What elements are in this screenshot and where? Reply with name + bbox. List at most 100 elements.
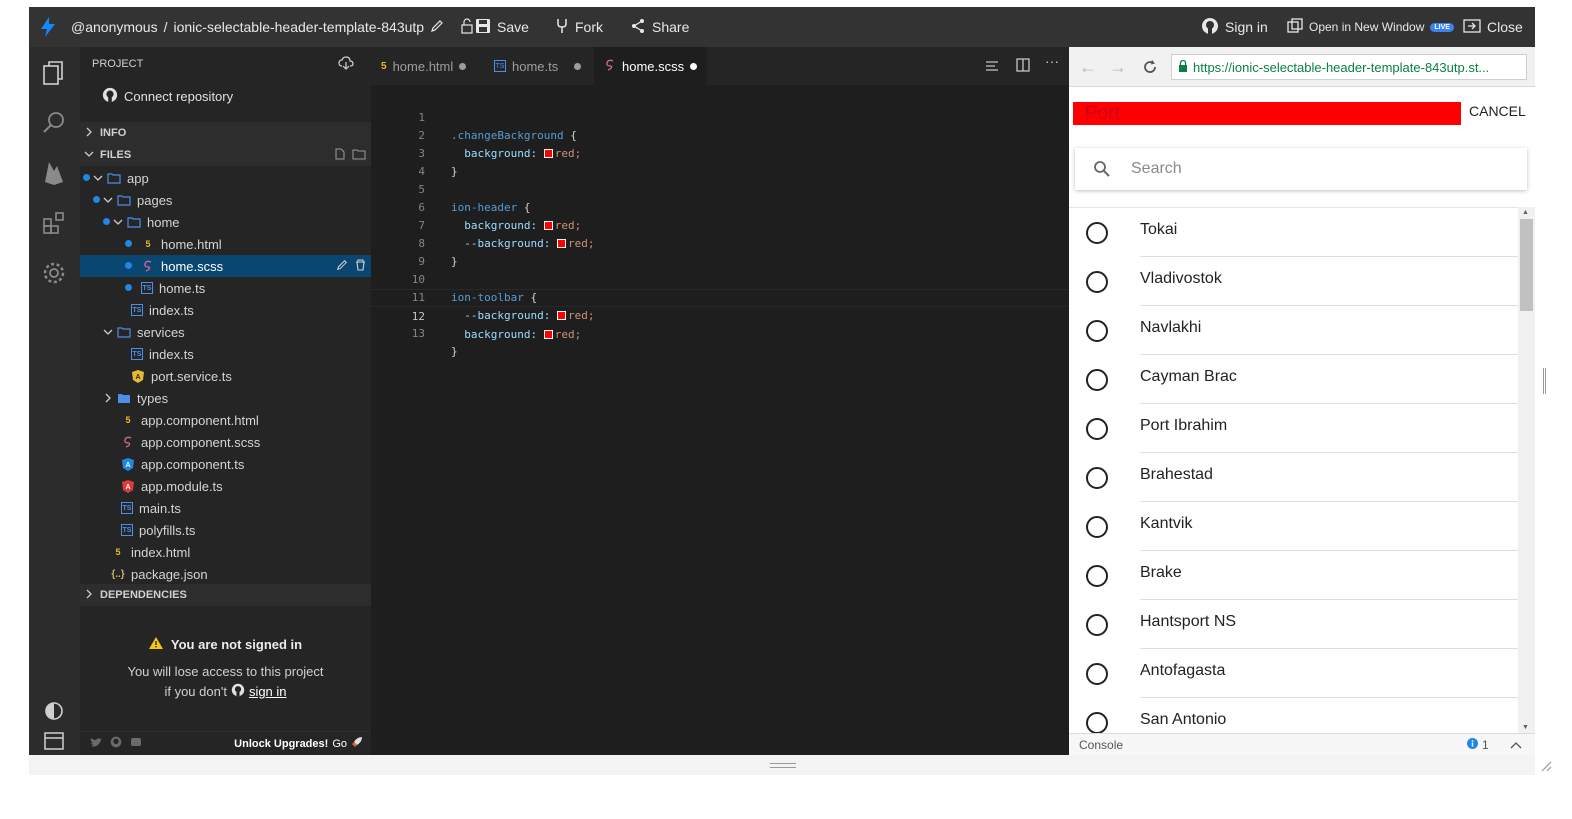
fork-button[interactable]: Fork (555, 7, 603, 47)
list-item[interactable]: Brahestad (1069, 453, 1518, 502)
tree-file-index-ts[interactable]: TS index.ts (80, 299, 371, 321)
list-item[interactable]: Tokai (1069, 208, 1518, 257)
radio-button[interactable] (1086, 663, 1108, 685)
scroll-down-arrow-icon[interactable]: ▼ (1522, 724, 1529, 731)
searchbar[interactable]: Search (1075, 148, 1527, 190)
tree-file-app-component-ts[interactable]: A app.component.ts (80, 453, 371, 475)
close-button[interactable]: Close (1463, 7, 1523, 47)
cloud-download-icon[interactable] (338, 55, 354, 73)
new-folder-icon[interactable] (352, 148, 366, 163)
resize-bar[interactable] (29, 755, 1535, 775)
tree-file-home-scss[interactable]: home.scss (80, 255, 371, 277)
tree-folder-home[interactable]: home (80, 211, 371, 233)
tab-home-scss[interactable]: home.scss (594, 47, 708, 85)
pencil-icon[interactable] (430, 19, 444, 36)
sign-in-link[interactable]: sign in (249, 684, 287, 699)
tree-file-polyfills-ts[interactable]: TS polyfills.ts (80, 519, 371, 541)
resize-corner-icon[interactable] (1538, 758, 1552, 772)
connect-repository-button[interactable]: Connect repository (80, 85, 371, 107)
list-item[interactable]: Cayman Brac (1069, 355, 1518, 404)
scroll-up-arrow-icon[interactable]: ▲ (1522, 209, 1529, 216)
delete-trash-icon[interactable] (355, 258, 366, 274)
console-info-badge[interactable]: 1 (1467, 737, 1489, 752)
tab-label: home.scss (622, 58, 685, 74)
extensions-icon[interactable] (41, 210, 67, 236)
info-section-header[interactable]: INFO (80, 122, 371, 144)
discord-icon[interactable] (130, 736, 142, 751)
save-button[interactable]: Save (475, 7, 529, 47)
tree-file-app-module-ts[interactable]: A app.module.ts (80, 475, 371, 497)
split-editor-icon[interactable] (1016, 58, 1030, 77)
tree-file-app-component-html[interactable]: 5 app.component.html (80, 409, 371, 431)
tab-home-ts[interactable]: TS home.ts (484, 47, 591, 85)
cancel-button[interactable]: CANCEL (1469, 103, 1526, 119)
firebase-icon[interactable] (41, 160, 67, 186)
tree-folder-services[interactable]: services (80, 321, 371, 343)
code-editor: 5 home.html TS home.ts home.scss ··· 1 .… (371, 47, 1069, 755)
radio-button[interactable] (1086, 271, 1108, 293)
settings-gear-icon[interactable] (41, 260, 67, 286)
radio-button[interactable] (1086, 320, 1108, 342)
more-actions-icon[interactable]: ··· (1045, 53, 1059, 69)
radio-button[interactable] (1086, 614, 1108, 636)
list-item[interactable]: Vladivostok (1069, 257, 1518, 306)
preview-url-field[interactable]: https://ionic-selectable-header-template… (1171, 54, 1527, 80)
lock-icon[interactable] (460, 17, 474, 37)
chevron-up-icon[interactable] (1510, 739, 1522, 753)
tree-folder-pages[interactable]: pages (80, 189, 371, 211)
layout-panel-icon[interactable] (41, 728, 67, 754)
user-link[interactable]: @anonymous (71, 19, 158, 35)
list-item[interactable]: Port Ibrahim (1069, 404, 1518, 453)
radio-button[interactable] (1086, 516, 1108, 538)
list-item[interactable]: Navlakhi (1069, 306, 1518, 355)
rename-pencil-icon[interactable] (336, 259, 348, 274)
open-new-window-button[interactable]: Open in New Window LIVE (1287, 7, 1454, 47)
list-item[interactable]: Hantsport NS (1069, 600, 1518, 649)
tree-file-app-component-scss[interactable]: app.component.scss (80, 431, 371, 453)
list-item[interactable]: Brake (1069, 551, 1518, 600)
github-icon[interactable] (110, 736, 122, 751)
search-icon[interactable] (41, 110, 67, 136)
tree-file-index-html[interactable]: 5 index.html (80, 541, 371, 563)
console-bar[interactable]: Console 1 (1069, 733, 1535, 755)
project-name[interactable]: ionic-selectable-header-template-843utp (173, 19, 424, 35)
dependencies-section-header[interactable]: DEPENDENCIES (80, 584, 371, 606)
list-item[interactable]: Antofagasta (1069, 649, 1518, 698)
files-icon[interactable] (41, 60, 67, 86)
tree-file-port-service-ts[interactable]: A port.service.ts (80, 365, 371, 387)
radio-button[interactable] (1086, 418, 1108, 440)
unlock-upgrades-link[interactable]: Unlock Upgrades! Go (234, 736, 363, 751)
radio-button[interactable] (1086, 467, 1108, 489)
tab-home-html[interactable]: 5 home.html (371, 47, 476, 85)
tree-folder-types[interactable]: types (80, 387, 371, 409)
list-item[interactable]: Kantvik (1069, 502, 1518, 551)
twitter-icon[interactable] (90, 736, 102, 751)
stackblitz-logo-icon[interactable] (39, 7, 57, 47)
radio-button[interactable] (1086, 369, 1108, 391)
side-drag-handle-icon[interactable] (1543, 368, 1546, 394)
scrollbar-thumb[interactable] (1520, 219, 1533, 311)
search-input[interactable]: Search (1131, 160, 1182, 178)
outline-icon[interactable] (985, 59, 999, 77)
list-item[interactable]: San Antonio (1069, 698, 1518, 733)
reload-icon[interactable] (1139, 57, 1161, 77)
theme-toggle-icon[interactable] (41, 698, 67, 724)
tree-file-services-index-ts[interactable]: TS index.ts (80, 343, 371, 365)
files-section-header[interactable]: FILES (80, 144, 371, 166)
share-button[interactable]: Share (630, 7, 689, 47)
new-file-icon[interactable] (334, 148, 346, 163)
tree-file-home-html[interactable]: 5 home.html (80, 233, 371, 255)
tree-folder-app[interactable]: app (80, 167, 371, 189)
back-arrow-icon[interactable]: ← (1077, 57, 1099, 77)
forward-arrow-icon[interactable]: → (1107, 57, 1129, 77)
list-scrollbar[interactable]: ▲ ▼ (1518, 207, 1535, 733)
color-swatch[interactable] (543, 330, 553, 339)
tree-file-home-ts[interactable]: TS home.ts (80, 277, 371, 299)
drag-handle-icon[interactable] (770, 763, 796, 768)
radio-button[interactable] (1086, 712, 1108, 733)
radio-button[interactable] (1086, 222, 1108, 244)
tree-file-package-json[interactable]: {..} package.json (80, 563, 371, 585)
tree-file-main-ts[interactable]: TS main.ts (80, 497, 371, 519)
radio-button[interactable] (1086, 565, 1108, 587)
sign-in-button[interactable]: Sign in (1201, 7, 1268, 47)
